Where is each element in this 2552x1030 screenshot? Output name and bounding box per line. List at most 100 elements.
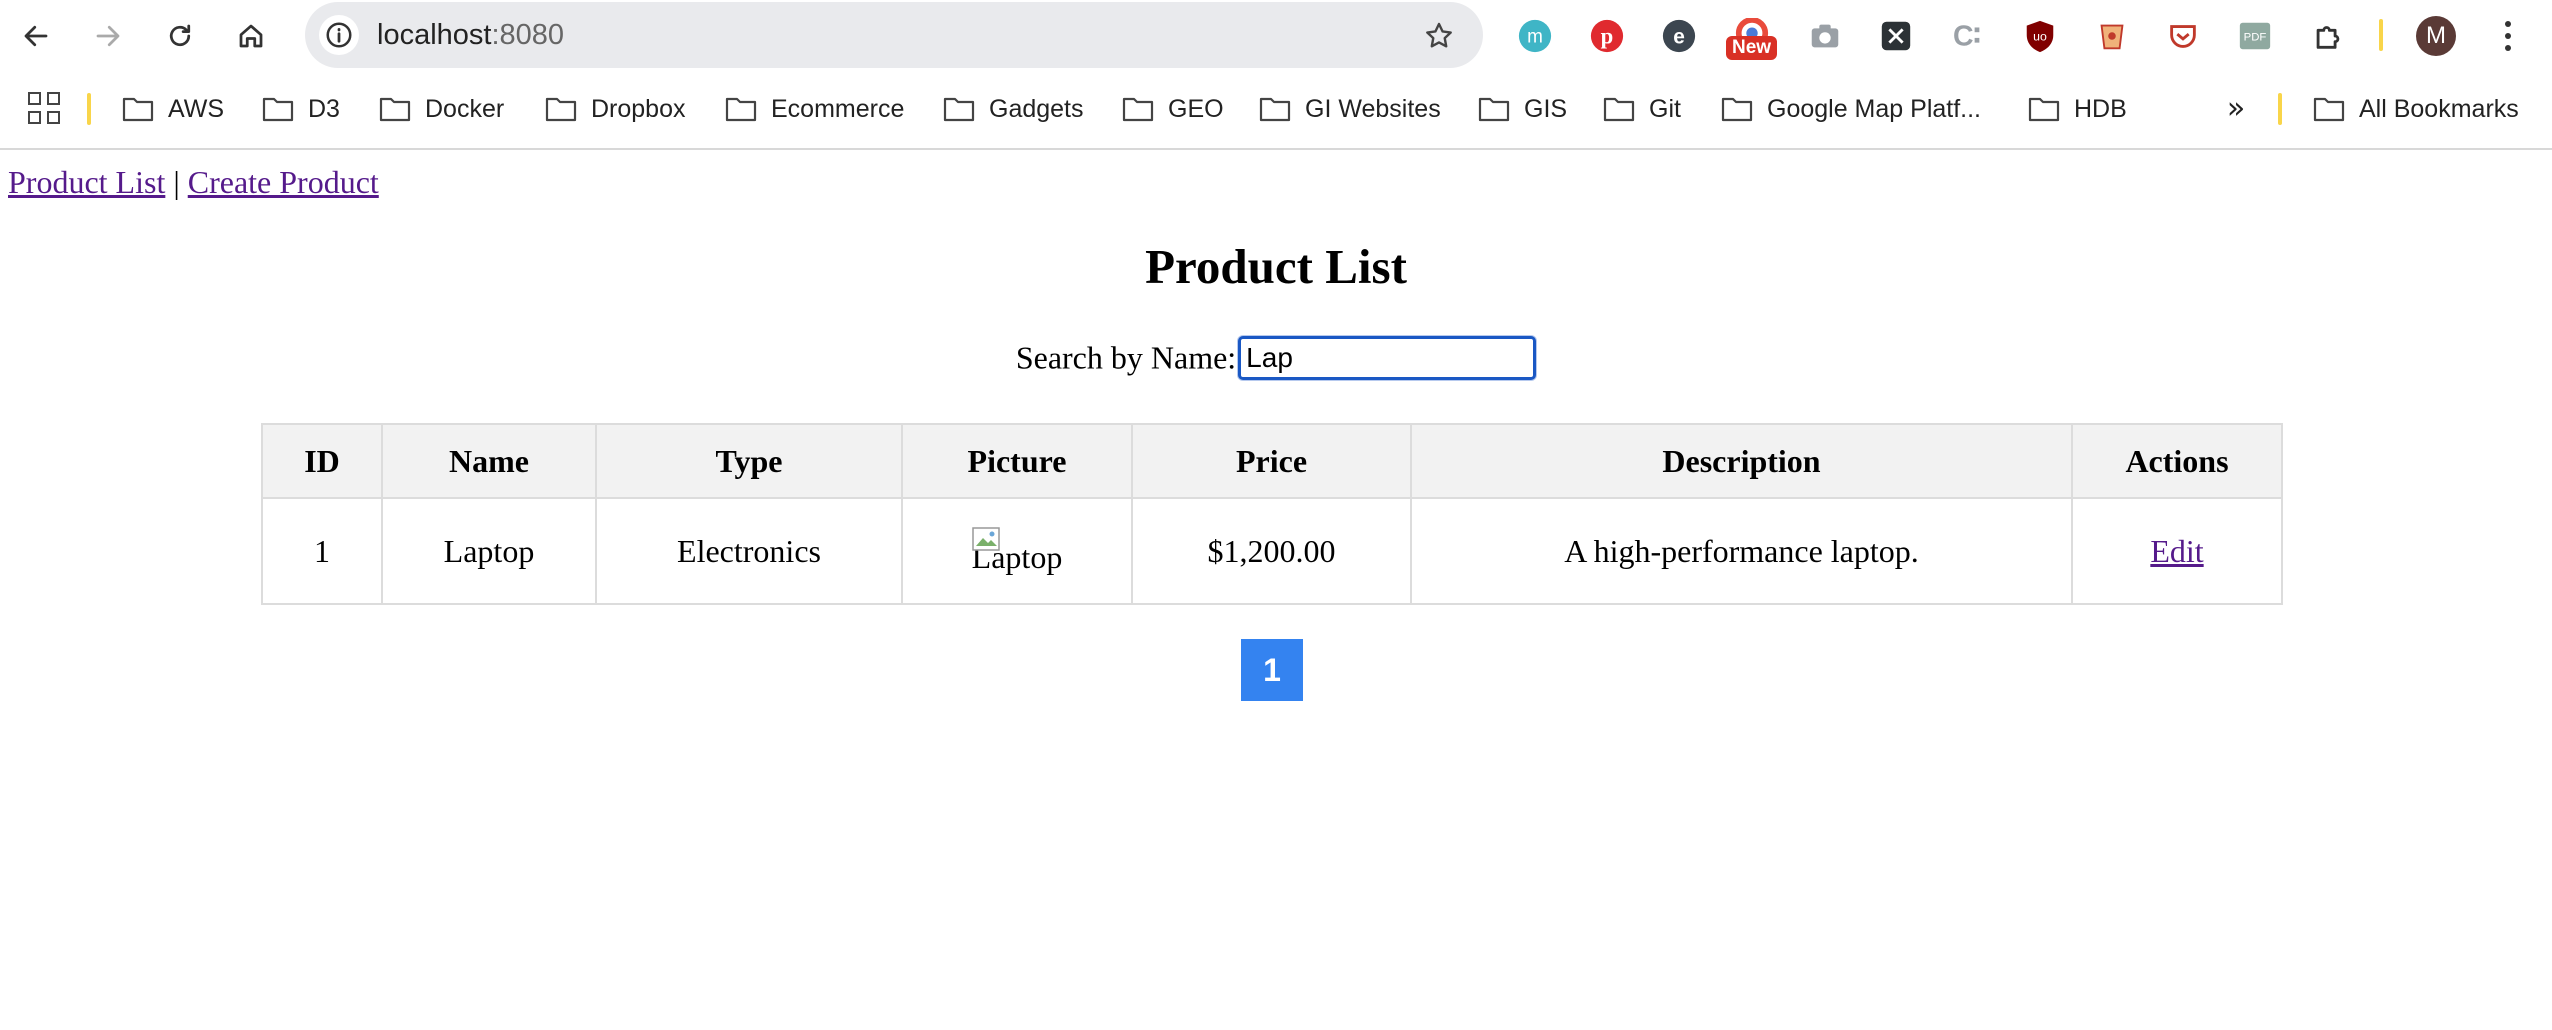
folder-icon xyxy=(1122,97,1154,122)
bookmark-label: Git xyxy=(1649,94,1681,123)
url-port: :8080 xyxy=(491,19,565,51)
column-header-actions: Actions xyxy=(2071,423,2283,499)
reload-button[interactable] xyxy=(158,14,202,58)
bookmark-folder-ecommerce[interactable]: Ecommerce xyxy=(725,86,904,132)
camera-icon[interactable] xyxy=(1806,17,1844,55)
new-badge: New xyxy=(1726,36,1778,60)
search-input[interactable] xyxy=(1238,336,1537,380)
bookmark-folder-gis[interactable]: GIS xyxy=(1478,86,1567,132)
cell-description: A high-performance laptop. xyxy=(1410,497,2073,605)
folder-icon xyxy=(122,97,154,122)
url-host: localhost xyxy=(377,19,492,51)
ublock-icon[interactable]: uo xyxy=(2021,17,2059,55)
bookmark-folder-aws[interactable]: AWS xyxy=(122,86,224,132)
page-content: Product List | Create Product Product Li… xyxy=(0,150,2552,1030)
bookmark-folder-gi-websites[interactable]: GI Websites xyxy=(1259,86,1441,132)
bookmark-label: Google Map Platf... xyxy=(1767,94,1982,123)
page-title: Product List xyxy=(1145,239,1407,294)
pinterest-icon[interactable]: p xyxy=(1588,17,1626,55)
bookmarks-bar: AWS D3 Docker Dropbox Ecommerce Gadgets … xyxy=(0,72,2552,150)
table-row: 1 Laptop Electronics Laptop $1,200.00 A … xyxy=(261,497,2283,605)
folder-icon xyxy=(1259,97,1291,122)
svg-text:e: e xyxy=(1673,26,1685,49)
pocket-icon[interactable] xyxy=(2164,17,2202,55)
create-product-link[interactable]: Create Product xyxy=(188,164,379,200)
table-header-row: ID Name Type Picture Price Description A… xyxy=(261,423,2283,499)
column-header-picture: Picture xyxy=(901,423,1133,499)
puzzle-icon[interactable] xyxy=(2309,17,2347,55)
svg-text:uo: uo xyxy=(2033,30,2047,44)
svg-text:C: C xyxy=(1953,20,1974,52)
bookmark-label: Dropbox xyxy=(591,94,686,123)
broken-image-icon xyxy=(971,526,1000,551)
cell-picture: Laptop xyxy=(901,497,1133,605)
column-header-name: Name xyxy=(381,423,597,499)
bookmark-folder-geo[interactable]: GEO xyxy=(1122,86,1224,132)
cell-price: $1,200.00 xyxy=(1131,497,1412,605)
browser-toolbar: localhost:8080 m p e New C uo PDF M xyxy=(0,0,2552,72)
all-bookmarks-folder[interactable]: All Bookmarks xyxy=(2313,86,2519,132)
cell-id: 1 xyxy=(261,497,383,605)
folder-icon xyxy=(545,97,577,122)
all-bookmarks-label: All Bookmarks xyxy=(2359,94,2519,123)
folder-icon xyxy=(262,97,294,122)
column-header-id: ID xyxy=(261,423,383,499)
search-row: Search by Name: xyxy=(0,336,2552,380)
e-extension-icon[interactable]: e xyxy=(1660,17,1698,55)
search-label: Search by Name: xyxy=(1015,339,1237,376)
bookmark-label: HDB xyxy=(2074,94,2127,123)
x-extension-icon[interactable] xyxy=(1877,17,1915,55)
column-header-description: Description xyxy=(1410,423,2073,499)
folder-icon xyxy=(379,97,411,122)
forward-button[interactable] xyxy=(86,14,130,58)
bookmark-star-icon[interactable] xyxy=(1423,20,1455,52)
profile-avatar[interactable]: M xyxy=(2416,16,2456,56)
more-bookmarks-chevron-icon[interactable]: » xyxy=(2218,90,2254,126)
bookmark-folder-git[interactable]: Git xyxy=(1603,86,1681,132)
product-list-link[interactable]: Product List xyxy=(8,164,165,200)
address-bar[interactable]: localhost:8080 xyxy=(305,2,1483,68)
bookmark-label: D3 xyxy=(308,94,340,123)
apps-grid-icon[interactable] xyxy=(28,92,60,124)
bookmark-label: GIS xyxy=(1524,94,1568,123)
folder-icon xyxy=(725,97,757,122)
bookmarks-separator xyxy=(2278,93,2282,125)
folder-icon xyxy=(1478,97,1510,122)
toolbar-separator xyxy=(2379,19,2383,51)
back-arrow-icon xyxy=(24,25,48,47)
svg-text:m: m xyxy=(1527,27,1543,48)
folder-icon xyxy=(1721,97,1753,122)
back-button[interactable] xyxy=(14,14,58,58)
edit-link[interactable]: Edit xyxy=(2150,533,2203,569)
folder-icon xyxy=(2313,97,2345,122)
menu-kebab-icon[interactable] xyxy=(2496,14,2520,58)
bookmark-label: Ecommerce xyxy=(771,94,905,123)
bookmark-folder-d3[interactable]: D3 xyxy=(262,86,340,132)
bookmark-label: Gadgets xyxy=(989,94,1084,123)
site-info-icon[interactable] xyxy=(319,15,359,55)
top-navigation: Product List | Create Product xyxy=(8,164,379,201)
bookmark-label: Docker xyxy=(425,94,505,123)
meet-m-icon[interactable]: m xyxy=(1516,17,1554,55)
pdf-icon[interactable]: PDF xyxy=(2236,17,2274,55)
bookmark-folder-dropbox[interactable]: Dropbox xyxy=(545,86,686,132)
url-text[interactable]: localhost:8080 xyxy=(377,2,564,68)
home-button[interactable] xyxy=(229,14,273,58)
reload-icon xyxy=(169,24,191,47)
cup-icon[interactable] xyxy=(2093,17,2131,55)
c-extension-icon[interactable]: C xyxy=(1949,17,1987,55)
svg-text:p: p xyxy=(1601,24,1614,49)
pagination-page-1-button[interactable]: 1 xyxy=(1241,639,1303,701)
bookmark-label: AWS xyxy=(168,94,225,123)
bookmark-label: GEO xyxy=(1168,94,1224,123)
bookmark-folder-docker[interactable]: Docker xyxy=(379,86,504,132)
bookmark-folder-google-map-platform[interactable]: Google Map Platf... xyxy=(1721,86,1981,132)
forward-arrow-icon xyxy=(96,25,120,47)
folder-icon xyxy=(2028,97,2060,122)
nav-separator: | xyxy=(173,164,180,200)
bookmark-folder-gadgets[interactable]: Gadgets xyxy=(943,86,1084,132)
bookmark-folder-hdb[interactable]: HDB xyxy=(2028,86,2127,132)
column-header-type: Type xyxy=(595,423,903,499)
bookmarks-separator xyxy=(87,93,91,125)
cell-type: Electronics xyxy=(595,497,903,605)
